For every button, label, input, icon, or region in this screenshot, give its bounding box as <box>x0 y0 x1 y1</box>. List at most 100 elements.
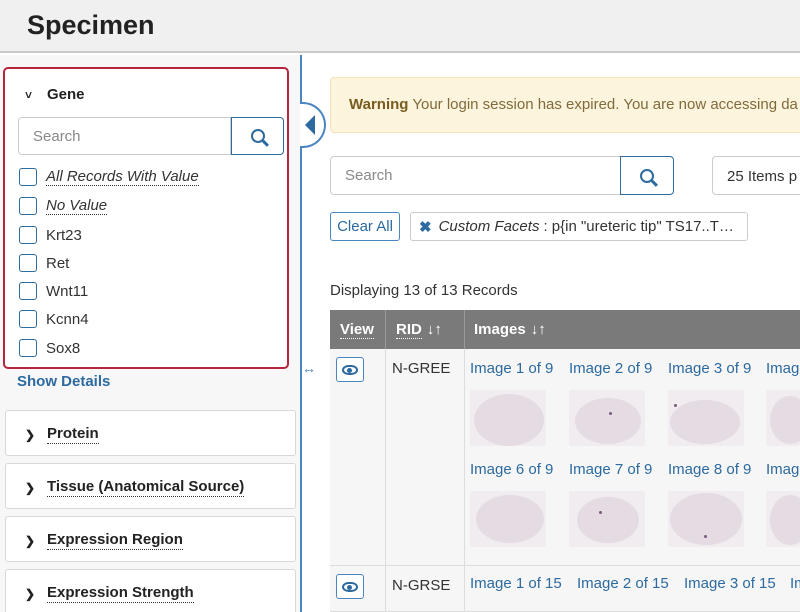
cell-divider <box>464 566 465 611</box>
gene-search-input[interactable] <box>18 117 231 155</box>
specimen-thumbnail[interactable] <box>766 491 800 547</box>
stain-dot <box>599 511 602 514</box>
checkbox[interactable] <box>19 226 37 244</box>
tissue-shape <box>770 495 800 545</box>
remove-filter-icon[interactable]: ✖ <box>419 218 432 236</box>
cell-divider <box>464 349 465 565</box>
filter-label: Custom Facets <box>438 218 540 235</box>
facet-expression-strength[interactable]: ❯ Expression Strength <box>5 569 296 612</box>
column-divider <box>464 310 465 349</box>
facet-title: Tissue (Anatomical Source) <box>47 478 245 497</box>
image-link[interactable]: Image 1 of 9 <box>470 360 553 377</box>
gene-option[interactable]: All Records With Value <box>19 168 199 186</box>
facet-protein[interactable]: ❯ Protein <box>5 410 296 456</box>
option-label: Kcnn4 <box>46 310 89 328</box>
tissue-shape <box>577 497 639 543</box>
checkbox[interactable] <box>19 310 37 328</box>
specimen-thumbnail[interactable] <box>766 390 800 446</box>
image-link[interactable]: Imag <box>766 360 799 377</box>
clear-all-button[interactable]: Clear All <box>330 212 400 241</box>
facet-gene-header[interactable]: ˅ Gene <box>25 86 85 104</box>
main-search-input[interactable] <box>330 156 621 195</box>
chevron-right-icon: ❯ <box>25 533 36 548</box>
facet-tissue[interactable]: ❯ Tissue (Anatomical Source) <box>5 463 296 509</box>
checkbox[interactable] <box>19 168 37 186</box>
cell-divider <box>385 349 386 565</box>
facet-expression-strength-header: ❯ Expression Strength <box>25 584 194 603</box>
image-link[interactable]: Image 8 of 9 <box>668 461 751 478</box>
view-record-button[interactable] <box>336 574 364 599</box>
image-link[interactable]: Image 1 of 15 <box>470 575 562 592</box>
checkbox[interactable] <box>19 254 37 272</box>
image-link[interactable]: Imag <box>766 461 799 478</box>
specimen-thumbnail[interactable] <box>470 491 546 547</box>
facet-gene: ˅ Gene All Records With Value No Value K… <box>3 67 289 369</box>
image-link[interactable]: Image 3 of 9 <box>668 360 751 377</box>
facet-title: Expression Region <box>47 531 183 550</box>
gene-option[interactable]: Sox8 <box>19 339 80 357</box>
stain-dot <box>609 412 612 415</box>
stain-dot <box>704 535 707 538</box>
page-header: Specimen <box>0 0 800 53</box>
column-images[interactable]: Images ↓↑ <box>474 310 546 349</box>
facet-expression-region[interactable]: ❯ Expression Region <box>5 516 296 562</box>
main-search <box>330 156 674 195</box>
gene-option[interactable]: Ret <box>19 254 69 272</box>
specimen-thumbnail[interactable] <box>569 390 645 446</box>
facet-title: Expression Strength <box>47 584 194 603</box>
tissue-shape <box>575 398 641 444</box>
checkbox[interactable] <box>19 282 37 300</box>
eye-icon <box>342 581 358 592</box>
sort-icon[interactable]: ↓↑ <box>531 321 546 338</box>
image-link[interactable]: Image 2 of 15 <box>577 575 669 592</box>
image-link[interactable]: Image 6 of 9 <box>470 461 553 478</box>
image-link[interactable]: Im <box>790 575 800 592</box>
gene-option[interactable]: Krt23 <box>19 226 82 244</box>
option-label: No Value <box>46 197 108 215</box>
collapse-sidebar-button[interactable] <box>300 102 326 148</box>
gene-search-button[interactable] <box>231 117 284 155</box>
specimen-thumbnail[interactable] <box>668 491 744 547</box>
show-details-link[interactable]: Show Details <box>17 373 110 390</box>
tissue-shape <box>476 495 544 543</box>
chevron-right-icon: ❯ <box>25 480 36 495</box>
image-link[interactable]: Image 7 of 9 <box>569 461 652 478</box>
option-label: Wnt11 <box>46 282 89 300</box>
gene-option[interactable]: Kcnn4 <box>19 310 89 328</box>
checkbox[interactable] <box>19 339 37 357</box>
filter-value: : p{in "ureteric tip" TS17..T… <box>543 218 734 235</box>
tissue-shape <box>770 396 800 444</box>
image-link[interactable]: Image 3 of 15 <box>684 575 776 592</box>
main-search-button[interactable] <box>620 156 674 195</box>
column-label: View <box>340 320 374 339</box>
facet-title: Protein <box>47 425 99 444</box>
view-record-button[interactable] <box>336 357 364 382</box>
record-count: Displaying 13 of 13 Records <box>330 282 518 299</box>
specimen-thumbnail[interactable] <box>668 390 744 446</box>
column-view: View <box>340 310 374 349</box>
column-rid[interactable]: RID ↓↑ <box>396 310 442 349</box>
resize-handle-icon[interactable]: ↔ <box>302 360 316 376</box>
custom-facets-filter-chip[interactable]: ✖ Custom Facets : p{in "ureteric tip" TS… <box>410 212 748 241</box>
cell-divider <box>385 566 386 611</box>
facet-expression-region-header: ❯ Expression Region <box>25 531 183 550</box>
rid-cell: N-GRSE <box>392 577 451 594</box>
specimen-thumbnail[interactable] <box>569 491 645 547</box>
gene-option[interactable]: Wnt11 <box>19 282 88 300</box>
column-label: RID <box>396 320 422 339</box>
page-size-dropdown[interactable]: 25 Items p <box>712 156 800 195</box>
checkbox[interactable] <box>19 197 37 215</box>
search-icon <box>250 129 265 143</box>
sort-icon[interactable]: ↓↑ <box>427 321 442 338</box>
facet-tissue-header: ❯ Tissue (Anatomical Source) <box>25 478 245 497</box>
column-label: Images <box>474 321 526 338</box>
gene-option[interactable]: No Value <box>19 197 108 215</box>
option-label: Ret <box>46 254 70 272</box>
option-label: Krt23 <box>46 226 82 244</box>
specimen-thumbnail[interactable] <box>470 390 546 446</box>
chevron-down-icon: ˅ <box>25 88 33 102</box>
column-divider <box>385 310 386 349</box>
image-link[interactable]: Image 2 of 9 <box>569 360 652 377</box>
tissue-shape <box>474 394 544 446</box>
option-label: Sox8 <box>46 339 81 357</box>
